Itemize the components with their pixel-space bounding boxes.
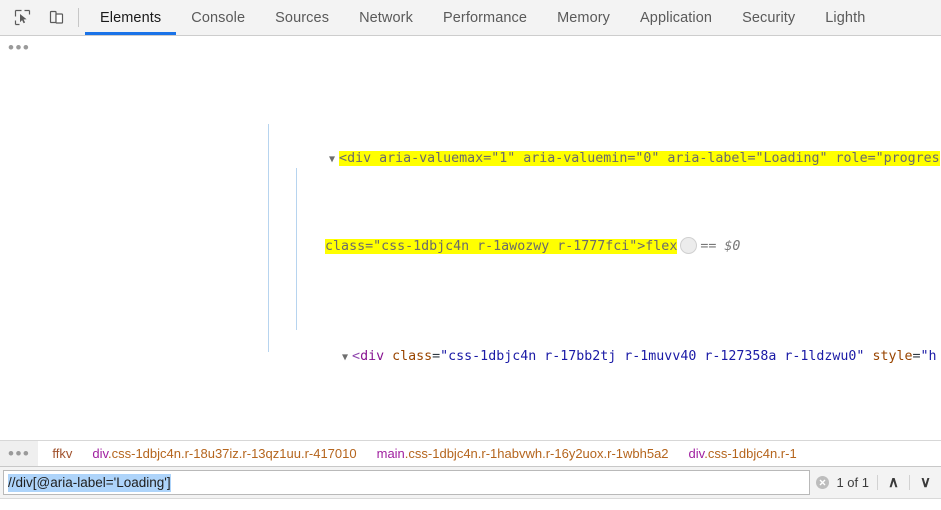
attr-value: "css-1dbjc4n r-17bb2tj r-1muvv40 r-12735… bbox=[440, 349, 865, 364]
tab-label: Network bbox=[359, 9, 413, 26]
search-bar: //div[@aria-label='Loading'] 1 of 1 ∧ ∨ bbox=[0, 466, 941, 498]
attr-name: aria-label bbox=[667, 151, 748, 166]
dom-node-row-cont[interactable]: class="css-1dbjc4n r-1awozwy r-1777fci">… bbox=[0, 214, 941, 254]
breadcrumb-classes: .css-1dbjc4n.r-18u37iz.r-13qz1uu.r-41701… bbox=[108, 446, 357, 461]
search-prev-button[interactable]: ∧ bbox=[877, 475, 909, 490]
breadcrumb-item[interactable]: ffkv bbox=[38, 446, 82, 461]
expand-twisty-icon[interactable]: ▼ bbox=[342, 347, 352, 369]
attr-name: class bbox=[325, 239, 366, 254]
tab-label: Elements bbox=[100, 9, 162, 26]
tab-label: Application bbox=[640, 9, 713, 26]
tab-memory[interactable]: Memory bbox=[542, 0, 625, 35]
attr-name: style bbox=[872, 349, 913, 364]
toolbar-divider bbox=[78, 8, 79, 27]
dom-node-attrs-cont: class="css-1dbjc4n r-1awozwy r-1777fci">… bbox=[325, 239, 678, 254]
breadcrumb-tag: div bbox=[92, 446, 109, 461]
devtools-tabbar: Elements Console Sources Network Perform… bbox=[0, 0, 941, 36]
toolbar-icon-group bbox=[0, 0, 74, 35]
dom-node-open-tag: <div aria-valuemax="1" aria-valuemin="0"… bbox=[339, 151, 940, 166]
dom-tree: ▼ <div aria-valuemax="1" aria-valuemin="0… bbox=[0, 36, 941, 440]
tab-performance[interactable]: Performance bbox=[428, 0, 542, 35]
tab-label: Lighth bbox=[825, 9, 866, 26]
breadcrumb-item[interactable]: div.css-1dbjc4n.r-18u37iz.r-13qz1uu.r-41… bbox=[82, 446, 366, 461]
attr-name: aria-valuemax bbox=[379, 151, 484, 166]
tab-application[interactable]: Application bbox=[625, 0, 727, 35]
search-input[interactable]: //div[@aria-label='Loading'] bbox=[3, 470, 811, 495]
breadcrumb-item[interactable]: main.css-1dbjc4n.r-1habvwh.r-16y2uox.r-1… bbox=[367, 446, 679, 461]
tag-name: div bbox=[347, 151, 372, 166]
tag-punct: < bbox=[352, 349, 361, 364]
attr-name: aria-valuemin bbox=[523, 151, 628, 166]
attr-value: "css-1dbjc4n r-1awozwy r-1777fci" bbox=[373, 239, 638, 254]
attr-value: "Loading" bbox=[755, 151, 828, 166]
expand-twisty-icon[interactable]: ▼ bbox=[329, 149, 339, 171]
dom-node-row[interactable]: ▼ <div class="css-1dbjc4n r-17bb2tj r-1mu… bbox=[0, 324, 941, 364]
tab-label: Performance bbox=[442, 9, 528, 26]
dom-overflow-dots[interactable]: ••• bbox=[8, 39, 30, 56]
tab-network[interactable]: Network bbox=[344, 0, 428, 35]
selected-node-marker: == $0 bbox=[700, 239, 741, 254]
attr-name: class bbox=[392, 349, 433, 364]
search-match-count: 1 of 1 bbox=[836, 475, 869, 490]
attr-value: "0" bbox=[635, 151, 660, 166]
tab-lighthouse[interactable]: Lighth bbox=[810, 0, 880, 35]
attr-value: "progres bbox=[875, 151, 940, 166]
breadcrumb-item[interactable]: div.css-1dbjc4n.r-1 bbox=[679, 446, 807, 461]
tab-label: Sources bbox=[275, 9, 330, 26]
dom-node-row[interactable]: ▼ <div aria-valuemax="1" aria-valuemin="0… bbox=[0, 126, 941, 166]
bottom-strip bbox=[0, 498, 941, 510]
tab-label: Console bbox=[191, 9, 246, 26]
clear-circle-icon bbox=[815, 476, 829, 489]
tab-elements[interactable]: Elements bbox=[85, 0, 177, 35]
node-text: flex bbox=[645, 239, 678, 254]
tab-label: Security bbox=[742, 9, 796, 26]
tag-name: div bbox=[360, 349, 385, 364]
tag-punct: < bbox=[339, 151, 348, 166]
attr-value: "h bbox=[920, 349, 937, 364]
chevron-up-icon: ∧ bbox=[888, 474, 899, 491]
breadcrumb-tag: div bbox=[688, 446, 705, 461]
clear-search-button[interactable] bbox=[810, 467, 834, 498]
breadcrumb-classes: .css-1dbjc4n.r-1habvwh.r-16y2uox.r-1wbh5… bbox=[404, 446, 669, 461]
search-next-button[interactable]: ∨ bbox=[909, 475, 941, 490]
chevron-down-icon: ∨ bbox=[920, 474, 931, 491]
breadcrumb-classes: .css-1dbjc4n.r-1 bbox=[704, 446, 797, 461]
tab-security[interactable]: Security bbox=[727, 0, 810, 35]
breadcrumb-tag: main bbox=[376, 446, 405, 461]
breadcrumb: ••• ffkv div.css-1dbjc4n.r-18u37iz.r-13q… bbox=[0, 440, 941, 466]
dom-node-row-cont[interactable]: x; width: 26px;"> flex bbox=[0, 434, 941, 440]
search-query-text: //div[@aria-label='Loading'] bbox=[8, 473, 171, 492]
tab-label: Memory bbox=[557, 9, 611, 26]
tab-sources[interactable]: Sources bbox=[260, 0, 344, 35]
breadcrumb-overflow-button[interactable]: ••• bbox=[0, 441, 39, 466]
tab-console[interactable]: Console bbox=[176, 0, 260, 35]
breadcrumb-item-label: ffkv bbox=[52, 446, 73, 461]
dom-tree-panel[interactable]: ••• ▼ <div aria-valuemax="1" aria-valuemi… bbox=[0, 36, 941, 440]
spinner-preview-icon bbox=[680, 237, 698, 254]
search-controls: 1 of 1 ∧ ∨ bbox=[810, 467, 941, 498]
panel-tabs: Elements Console Sources Network Perform… bbox=[85, 0, 941, 35]
inspect-cursor-icon[interactable] bbox=[10, 6, 34, 30]
attr-value: "1" bbox=[491, 151, 516, 166]
devtools-window: Elements Console Sources Network Perform… bbox=[0, 0, 941, 510]
device-toolbar-icon[interactable] bbox=[44, 6, 68, 30]
attr-name: role bbox=[835, 151, 868, 166]
